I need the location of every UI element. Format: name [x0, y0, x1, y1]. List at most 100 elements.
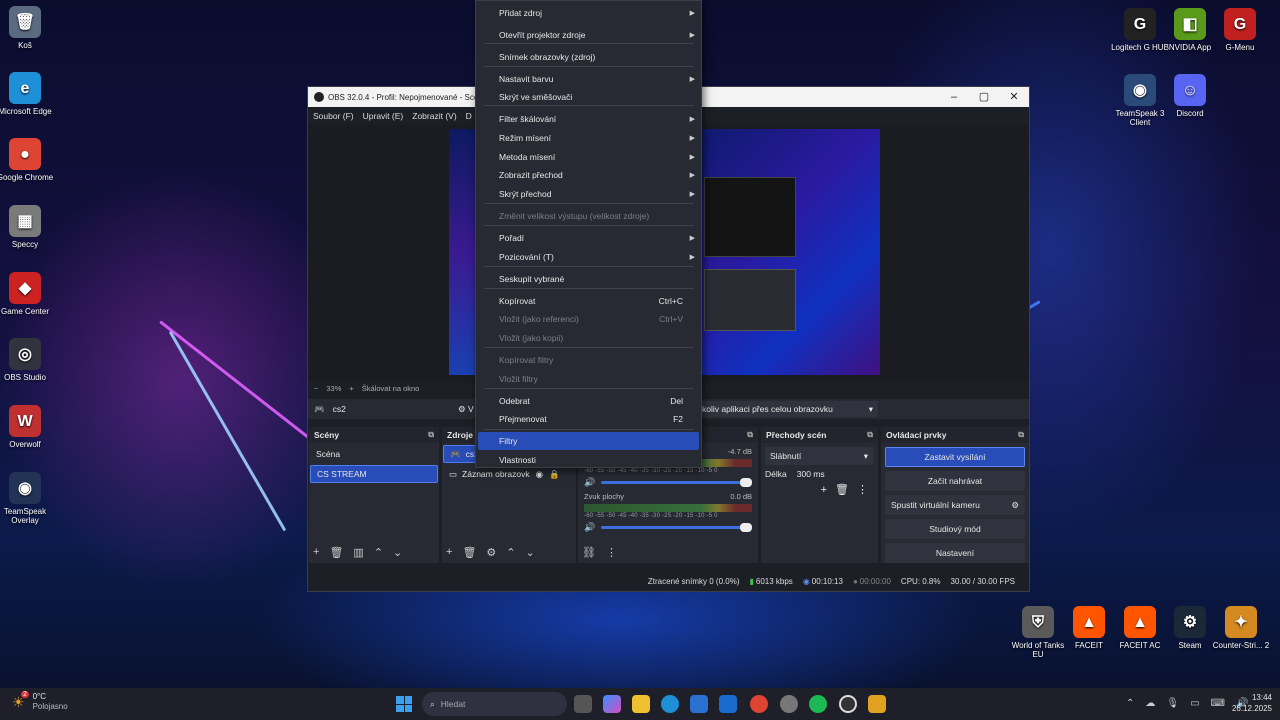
speaker-icon[interactable]: 🔊 [584, 477, 595, 488]
zoom-out-button[interactable]: − [314, 384, 318, 393]
task-view-icon[interactable] [574, 695, 592, 713]
menu-docks[interactable]: D [466, 111, 472, 121]
context-menu-item[interactable]: Filtry [478, 432, 699, 450]
context-menu-item[interactable]: Zobrazit přechod ▶ [478, 166, 699, 184]
context-menu-item[interactable]: Filter škálování ▶ [478, 110, 699, 128]
studio-mode-button[interactable]: Studiový mód [885, 519, 1025, 539]
context-menu-item[interactable]: Režim mísení ▶ [478, 129, 699, 147]
settings-button[interactable]: Nastavení [885, 543, 1025, 563]
clock[interactable]: 13:44 26.12.2025 [1232, 692, 1272, 714]
desktop-icon[interactable]: ◉ TeamSpeak Overlay [0, 472, 55, 525]
mic-icon[interactable]: 🎙 [1166, 698, 1179, 709]
weather-widget[interactable]: ☀ 2 0°C Polojasno [12, 690, 68, 712]
link-icon[interactable]: ⛓ [582, 546, 596, 559]
winamp-icon[interactable] [868, 695, 886, 713]
move-down-icon[interactable]: ⌄ [393, 546, 402, 559]
obs-taskbar-icon[interactable] [839, 695, 857, 713]
volume-slider[interactable] [601, 523, 752, 532]
context-menu-item[interactable]: Skrýt přechod ▶ [478, 185, 699, 203]
trash-icon[interactable]: 🗑 [835, 483, 849, 496]
gear-icon[interactable]: ⚙ [1011, 500, 1019, 511]
stop-streaming-button[interactable]: Zastavit vysílání [885, 447, 1025, 467]
duration-input[interactable]: 300 ms [797, 469, 825, 479]
desktop-icon[interactable]: ▦ Speccy [0, 205, 55, 249]
store-icon[interactable] [690, 695, 708, 713]
desktop-icon[interactable]: W Overwolf [0, 405, 55, 449]
scene-item-selected[interactable]: CS STREAM [310, 465, 438, 483]
start-virtual-camera-button[interactable]: Spustit virtuální kameru ⚙ [885, 495, 1025, 515]
maximize-button[interactable]: ▢ [969, 87, 999, 107]
minimize-button[interactable]: – [939, 87, 969, 107]
start-button[interactable] [396, 696, 412, 712]
edge-icon[interactable] [661, 695, 679, 713]
desktop-icon[interactable]: e Microsoft Edge [0, 72, 55, 116]
context-menu-item[interactable]: Skrýt ve směšovači [478, 88, 699, 106]
move-up-icon[interactable]: ⌃ [506, 546, 515, 559]
volume-slider[interactable] [601, 478, 752, 487]
context-menu-item[interactable]: Pozicování (T) ▶ [478, 248, 699, 266]
context-menu-item[interactable]: Odebrat Del [478, 392, 699, 410]
taskbar-search[interactable]: ⌕ Hledat [422, 692, 567, 716]
desktop-icon[interactable]: 🗑 Koš [0, 6, 55, 50]
add-icon[interactable]: + [821, 484, 827, 496]
desktop-icon[interactable]: ● Google Chrome [0, 138, 55, 182]
add-icon[interactable]: + [446, 546, 452, 559]
zoom-in-button[interactable]: + [349, 384, 353, 393]
display-icon[interactable]: ▭ [1190, 698, 1199, 709]
context-menu-item[interactable]: Vlastnosti [478, 451, 699, 469]
chrome-icon[interactable] [750, 695, 768, 713]
scale-to-window[interactable]: Škálovat na okno [362, 384, 420, 393]
context-menu-item[interactable]: Přejmenovat F2 [478, 410, 699, 428]
trash-icon[interactable]: 🗑 [462, 546, 476, 559]
more-icon[interactable]: ⋮ [606, 546, 617, 559]
scene-item[interactable]: Scéna [310, 445, 438, 463]
context-menu-item[interactable]: Seskupit vybrané [478, 270, 699, 288]
gear-icon[interactable]: ⚙ [486, 546, 496, 559]
context-menu-item[interactable]: Metoda mísení ▶ [478, 148, 699, 166]
context-menu-item[interactable]: Otevřít projektor zdroje ▶ [478, 26, 699, 44]
desktop-icon[interactable]: ☺ Discord [1160, 74, 1220, 118]
outlook-icon[interactable] [719, 695, 737, 713]
context-menu-item[interactable]: Kopírovat Ctrl+C [478, 292, 699, 310]
add-icon[interactable]: + [313, 546, 319, 559]
undock-icon[interactable]: ⧉ [1018, 430, 1024, 440]
undock-icon[interactable]: ⧉ [747, 430, 753, 440]
cloud-icon[interactable]: ☁ [1145, 698, 1155, 709]
undock-icon[interactable]: ⧉ [867, 430, 873, 440]
source-settings-button[interactable]: ⚙ V [458, 404, 474, 415]
volume-knob[interactable] [740, 523, 752, 532]
undock-icon[interactable]: ⧉ [428, 430, 434, 440]
file-explorer-icon[interactable] [632, 695, 650, 713]
desktop-icon[interactable]: G G-Menu [1210, 8, 1270, 52]
context-menu-item[interactable]: Pořadí ▶ [478, 229, 699, 247]
move-down-icon[interactable]: ⌄ [526, 546, 535, 559]
spotify-icon[interactable] [809, 695, 827, 713]
more-icon[interactable]: ⋮ [857, 483, 868, 496]
trash-icon[interactable]: 🗑 [329, 546, 343, 559]
copilot-icon[interactable] [603, 695, 621, 713]
move-up-icon[interactable]: ⌃ [374, 546, 383, 559]
desktop-icon[interactable]: ✦ Counter-Stri... 2 [1211, 606, 1271, 650]
menu-file[interactable]: Soubor (F) [313, 111, 354, 121]
lock-icon[interactable]: 🔒 [549, 469, 560, 480]
capture-mode-select[interactable]: koliv aplikaci přes celou obrazovku ▾ [698, 401, 878, 417]
context-menu-item[interactable]: Snímek obrazovky (zdroj) [478, 48, 699, 66]
chevron-down-icon: ▾ [868, 403, 873, 414]
context-menu-item[interactable]: Nastavit barvu ▶ [478, 70, 699, 88]
menu-view[interactable]: Zobrazit (V) [412, 111, 456, 121]
desktop-icon[interactable]: ◎ OBS Studio [0, 338, 55, 382]
app-icon: ⛨ [1022, 606, 1054, 638]
eye-icon[interactable]: ◉ [536, 469, 543, 480]
network-icon[interactable]: ⌨ [1211, 698, 1225, 709]
menu-edit[interactable]: Upravit (E) [363, 111, 404, 121]
volume-knob[interactable] [740, 478, 752, 487]
close-button[interactable]: ✕ [999, 87, 1029, 107]
settings-icon[interactable] [780, 695, 798, 713]
transition-select[interactable]: Slábnutí ▾ [765, 447, 873, 465]
chevron-up-icon[interactable]: ⌃ [1126, 698, 1134, 709]
speaker-icon[interactable]: 🔊 [584, 522, 595, 533]
context-menu-item[interactable]: Přidat zdroj ▶ [478, 4, 699, 22]
start-recording-button[interactable]: Začít nahrávat [885, 471, 1025, 491]
desktop-icon[interactable]: ◆ Game Center [0, 272, 55, 316]
filter-icon[interactable]: ▥ [353, 546, 363, 559]
